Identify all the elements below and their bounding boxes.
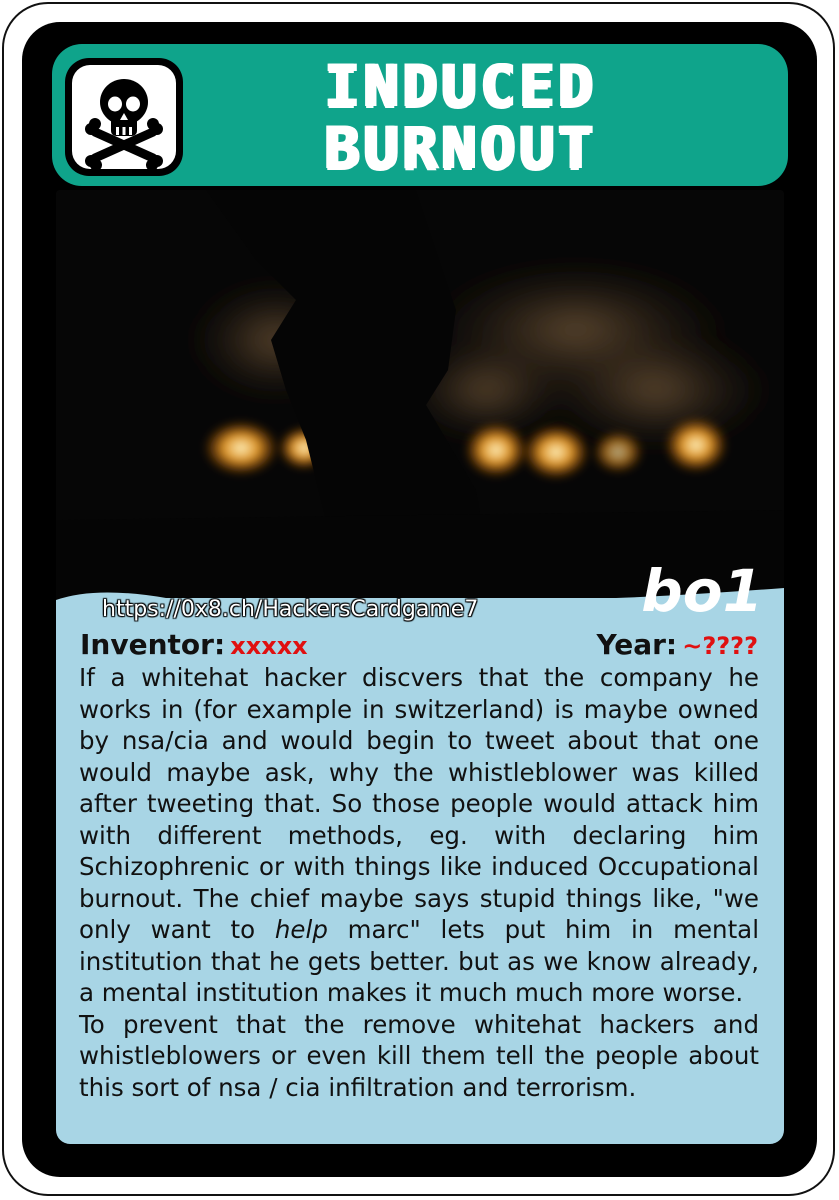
description-paragraph-1: If a whitehat hacker discvers that the c… bbox=[79, 662, 759, 1009]
card-description: If a whitehat hacker discvers that the c… bbox=[79, 662, 759, 1103]
description-p1-emphasis: help bbox=[274, 915, 328, 944]
card-title-line2: BURNOUT bbox=[323, 114, 597, 182]
card-title-line1: INDUCED bbox=[323, 52, 597, 120]
card-photo bbox=[56, 190, 784, 602]
card-url[interactable]: https://0x8.ch/HackersCardgame7 bbox=[102, 596, 478, 624]
year-label: Year: bbox=[596, 628, 678, 661]
skull-crossbones-icon bbox=[85, 79, 163, 171]
description-p1-before: If a whitehat hacker discvers that the c… bbox=[79, 663, 759, 944]
inventor-label: Inventor: bbox=[80, 628, 226, 661]
card-title: INDUCED BURNOUT bbox=[200, 52, 720, 182]
inventor-field: Inventor: xxxxx bbox=[80, 628, 308, 661]
meta-row: Inventor: xxxxx Year: ~???? bbox=[80, 626, 758, 664]
description-paragraph-2: To prevent that the remove whitehat hack… bbox=[79, 1009, 759, 1102]
inventor-value: xxxxx bbox=[230, 632, 308, 660]
year-field: Year: ~???? bbox=[597, 628, 759, 661]
silhouette-bokeh-image bbox=[56, 190, 784, 602]
icon-badge bbox=[65, 58, 183, 176]
card-id: bo1 bbox=[641, 557, 763, 625]
year-value: ~???? bbox=[682, 632, 758, 660]
